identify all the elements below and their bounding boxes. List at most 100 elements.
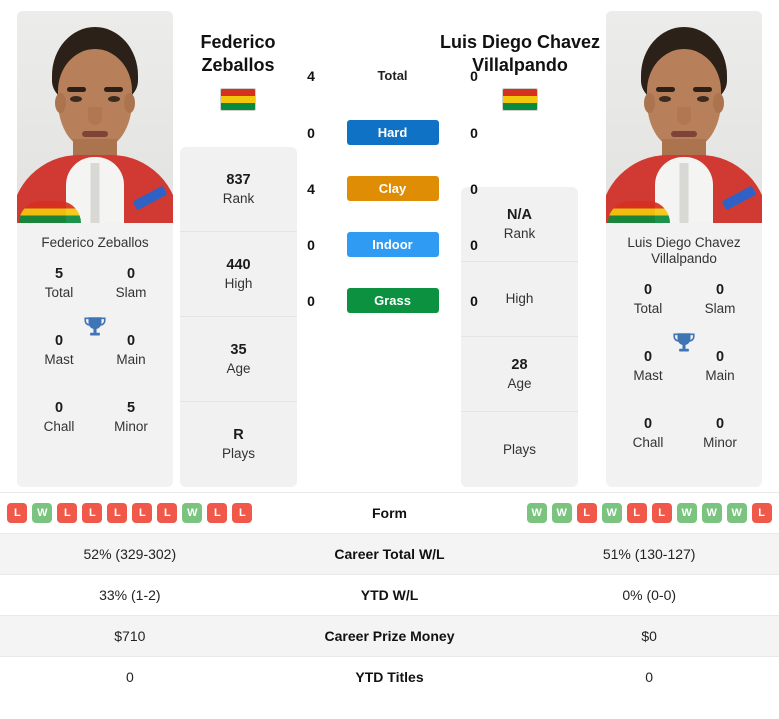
table-row-ytd-titles: 0 YTD Titles 0 bbox=[0, 656, 779, 697]
rank-value: 837 bbox=[226, 171, 251, 188]
form-badge-loss[interactable]: L bbox=[107, 503, 128, 523]
rank-row-high-left: 440 High bbox=[180, 232, 297, 317]
table-row-career-total-wl: 52% (329-302) Career Total W/L 51% (130-… bbox=[0, 533, 779, 574]
career-total-wl-right: 51% (130-127) bbox=[602, 546, 696, 562]
rank-row-plays-left: R Plays bbox=[180, 402, 297, 487]
titles-total-label: Total bbox=[633, 301, 663, 316]
rank-value: N/A bbox=[507, 206, 532, 223]
age-label: Age bbox=[507, 375, 532, 391]
titles-main-label: Main bbox=[705, 368, 735, 383]
form-badge-win[interactable]: W bbox=[32, 503, 53, 523]
form-badge-win[interactable]: W bbox=[526, 503, 547, 523]
surface-grass-right-value: 0 bbox=[470, 292, 478, 309]
ytd-wl-right: 0% (0-0) bbox=[622, 587, 677, 603]
career-prize-money-left: $710 bbox=[114, 628, 146, 644]
comparison-header-section: Federico Zeballos 5 Total 0 Slam 0 Mast … bbox=[0, 0, 779, 492]
surface-indoor-right-value: 0 bbox=[470, 236, 478, 253]
titles-total-right: 0 Total bbox=[612, 281, 684, 318]
surface-badge-clay[interactable]: Clay bbox=[346, 176, 439, 201]
rank-row-age-right: 28 Age bbox=[461, 337, 578, 412]
trophy-icon bbox=[84, 317, 106, 336]
row-label-career-total-wl: Career Total W/L bbox=[334, 546, 445, 562]
titles-grid-left: 5 Total 0 Slam 0 Mast 0 Main 0 Chall 5 M… bbox=[17, 265, 173, 436]
form-badge-win[interactable]: W bbox=[551, 503, 572, 523]
plays-value: R bbox=[233, 427, 244, 443]
player-name-left-line1: Federico bbox=[200, 32, 276, 52]
surface-hard-right-value: 0 bbox=[470, 124, 478, 141]
form-badge-loss[interactable]: L bbox=[132, 503, 153, 523]
plays-label: Plays bbox=[221, 446, 255, 461]
titles-chall-value: 0 bbox=[643, 416, 653, 432]
career-prize-money-right: $0 bbox=[641, 628, 657, 644]
player-card-right[interactable]: Luis Diego Chavez Villalpando 0 Total 0 … bbox=[606, 11, 762, 487]
row-label-career-prize-money: Career Prize Money bbox=[324, 628, 455, 644]
form-badge-loss[interactable]: L bbox=[157, 503, 178, 523]
titles-slam-value: 0 bbox=[715, 282, 725, 298]
form-badge-loss[interactable]: L bbox=[7, 503, 28, 523]
titles-main-label: Main bbox=[116, 352, 146, 367]
form-badge-win[interactable]: W bbox=[182, 503, 203, 523]
form-badge-win[interactable]: W bbox=[676, 503, 697, 523]
rank-row-plays-right: Plays bbox=[461, 412, 578, 487]
surface-clay-right-value: 0 bbox=[470, 180, 478, 197]
player-comparison-page: Federico Zeballos 5 Total 0 Slam 0 Mast … bbox=[0, 0, 779, 719]
titles-total-label: Total bbox=[44, 285, 74, 300]
titles-total-value: 0 bbox=[643, 282, 653, 298]
age-label: Age bbox=[226, 360, 251, 376]
titles-total-left: 5 Total bbox=[23, 265, 95, 302]
titles-slam-label: Slam bbox=[704, 301, 736, 316]
form-badge-loss[interactable]: L bbox=[232, 503, 253, 523]
titles-mast-label: Mast bbox=[44, 352, 74, 367]
titles-slam-right: 0 Slam bbox=[684, 281, 756, 318]
surface-badge-grass[interactable]: Grass bbox=[346, 288, 439, 313]
ytd-titles-right: 0 bbox=[645, 669, 654, 685]
flag-wrap-right bbox=[425, 88, 615, 111]
form-badge-loss[interactable]: L bbox=[57, 503, 78, 523]
high-value: 440 bbox=[226, 256, 251, 273]
form-badge-win[interactable]: W bbox=[601, 503, 622, 523]
row-label-ytd-titles: YTD Titles bbox=[355, 669, 424, 685]
titles-minor-label: Minor bbox=[703, 435, 737, 450]
player-card-name-left: Federico Zeballos bbox=[41, 235, 149, 250]
ytd-titles-left: 0 bbox=[125, 669, 134, 685]
comparison-table: LWLLLLLWLL Form WWLWLLWWWL 52% (329-302)… bbox=[0, 492, 779, 697]
high-label: High bbox=[505, 291, 534, 306]
form-badge-loss[interactable]: L bbox=[626, 503, 647, 523]
surface-hard-left-value: 0 bbox=[307, 124, 315, 141]
table-row-form: LWLLLLLWLL Form WWLWLLWWWL bbox=[0, 492, 779, 533]
titles-chall-label: Chall bbox=[632, 435, 664, 450]
form-badge-loss[interactable]: L bbox=[651, 503, 672, 523]
form-badge-loss[interactable]: L bbox=[576, 503, 597, 523]
ranking-panel-left: 837 Rank 440 High 35 Age R Plays bbox=[180, 147, 297, 487]
plays-label: Plays bbox=[502, 441, 536, 457]
bolivia-flag-icon bbox=[502, 88, 538, 111]
surface-total-right-value: 0 bbox=[470, 67, 478, 84]
ytd-wl-left: 33% (1-2) bbox=[99, 587, 161, 603]
form-badge-loss[interactable]: L bbox=[82, 503, 103, 523]
form-badge-loss[interactable]: L bbox=[751, 503, 772, 523]
surface-badge-indoor[interactable]: Indoor bbox=[346, 232, 439, 257]
form-badge-win[interactable]: W bbox=[726, 503, 747, 523]
player-card-name-right: Luis Diego Chavez Villalpando bbox=[606, 223, 762, 267]
form-cell-right: WWLWLLWWWL bbox=[519, 503, 779, 523]
surface-row-clay: 4 Clay 0 bbox=[300, 176, 485, 201]
player-card-left[interactable]: Federico Zeballos 5 Total 0 Slam 0 Mast … bbox=[17, 11, 173, 487]
rank-row-age-left: 35 Age bbox=[180, 317, 297, 402]
titles-chall-value: 0 bbox=[54, 400, 64, 416]
form-badge-win[interactable]: W bbox=[701, 503, 722, 523]
row-label-form: Form bbox=[372, 505, 407, 521]
career-total-wl-left: 52% (329-302) bbox=[83, 546, 177, 562]
titles-grid-right: 0 Total 0 Slam 0 Mast 0 Main 0 Chall 0 M… bbox=[606, 281, 762, 452]
titles-chall-left: 0 Chall bbox=[23, 399, 95, 436]
titles-slam-left: 0 Slam bbox=[95, 265, 167, 302]
titles-minor-label: Minor bbox=[114, 419, 148, 434]
titles-minor-left: 5 Minor bbox=[95, 399, 167, 436]
row-label-ytd-wl: YTD W/L bbox=[360, 587, 419, 603]
player-photo-right bbox=[606, 11, 762, 223]
player-name-right-line2: Villalpando bbox=[472, 55, 568, 75]
form-cell-left: LWLLLLLWLL bbox=[0, 503, 260, 523]
rank-label: Rank bbox=[503, 225, 536, 241]
surface-badge-hard[interactable]: Hard bbox=[346, 120, 439, 145]
rank-row-rank-left: 837 Rank bbox=[180, 147, 297, 232]
form-badge-loss[interactable]: L bbox=[207, 503, 228, 523]
